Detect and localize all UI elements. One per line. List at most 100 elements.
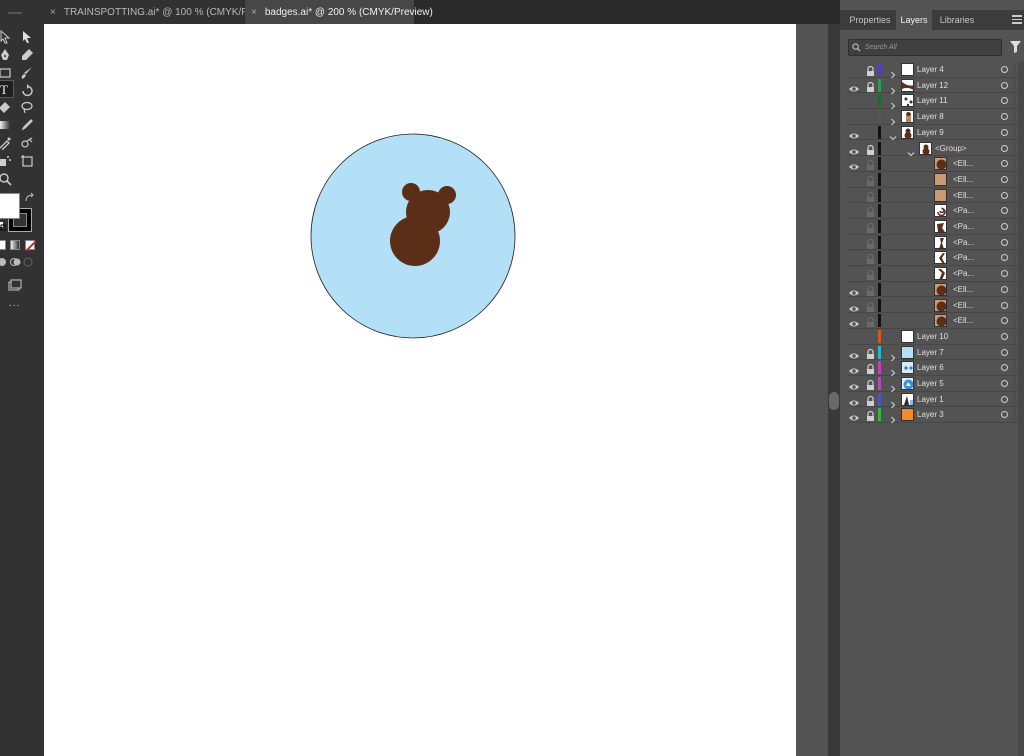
fill-swatch[interactable] <box>0 193 20 219</box>
filter-icon[interactable] <box>1010 41 1021 53</box>
eye-icon[interactable] <box>849 348 859 359</box>
target-circle-icon[interactable] <box>1001 301 1008 309</box>
target-circle-icon[interactable] <box>1001 270 1008 278</box>
lock-icon[interactable] <box>866 378 875 390</box>
chevron-right-icon[interactable] <box>889 113 897 126</box>
chevron-right-icon[interactable] <box>889 380 897 393</box>
draw-inside-icon[interactable] <box>22 256 34 268</box>
layer-row[interactable]: Layer 10 <box>846 328 1024 345</box>
swap-fill-stroke-icon[interactable] <box>24 192 36 204</box>
target-circle-icon[interactable] <box>1001 223 1008 230</box>
lock-icon[interactable] <box>866 268 875 281</box>
direct-selection-tool-icon[interactable] <box>18 28 36 46</box>
layer-row[interactable]: Layer 11 <box>846 93 1024 110</box>
eyedropper-tool-icon[interactable] <box>18 116 36 134</box>
target-circle-icon[interactable] <box>1001 317 1008 325</box>
chevron-right-icon[interactable] <box>889 349 897 361</box>
eye-icon[interactable] <box>849 144 859 154</box>
target-circle-icon[interactable] <box>1001 364 1008 372</box>
chevron-right-icon[interactable] <box>889 411 897 424</box>
canvas-scrollbar[interactable] <box>828 24 840 756</box>
default-colors-icon[interactable] <box>0 222 6 231</box>
tab-badges[interactable]: × badges.ai* @ 200 % (CMYK/Preview) <box>245 0 433 24</box>
layer-name[interactable]: Layer 6 <box>917 361 944 374</box>
eye-icon[interactable] <box>849 301 859 311</box>
layer-row[interactable]: Layer 8 <box>846 109 1024 126</box>
eye-icon[interactable] <box>849 410 859 421</box>
lock-icon[interactable] <box>866 409 875 422</box>
target-circle-icon[interactable] <box>1001 97 1008 105</box>
artboard[interactable] <box>44 24 796 756</box>
layer-name[interactable]: Layer 7 <box>917 346 944 359</box>
target-circle-icon[interactable] <box>1001 66 1008 73</box>
visibility-toggle[interactable] <box>849 269 859 279</box>
target-circle-icon[interactable] <box>1001 160 1008 168</box>
layer-name[interactable]: <Pa... <box>953 267 974 280</box>
tab-libraries[interactable]: Libraries <box>936 10 978 30</box>
target-circle-icon[interactable] <box>1001 113 1008 121</box>
layer-row[interactable]: <Group> <box>846 140 1024 157</box>
lock-icon[interactable] <box>866 205 875 218</box>
draw-normal-icon[interactable] <box>0 256 8 268</box>
chevron-right-icon[interactable] <box>889 97 897 110</box>
target-circle-icon[interactable] <box>1001 348 1008 356</box>
paintbrush-tool-icon[interactable] <box>18 64 36 82</box>
layer-row[interactable]: Layer 3 <box>846 407 1024 424</box>
layer-row[interactable]: Layer 6 <box>846 360 1024 377</box>
layer-name[interactable]: Layer 1 <box>917 393 944 406</box>
layer-name[interactable]: Layer 11 <box>917 94 948 107</box>
curvature-tool-icon[interactable] <box>18 46 36 64</box>
layer-name[interactable]: <Pa... <box>953 220 974 233</box>
layer-row[interactable]: Layer 1 <box>846 391 1024 409</box>
lock-icon[interactable] <box>866 174 875 186</box>
layer-name[interactable]: Layer 5 <box>917 377 944 390</box>
lock-icon[interactable] <box>866 64 875 76</box>
canvas[interactable] <box>44 24 828 756</box>
chevron-right-icon[interactable] <box>889 82 897 95</box>
gradient-tool-icon[interactable] <box>0 116 14 134</box>
target-circle-icon[interactable] <box>1001 380 1008 387</box>
layer-name[interactable]: <Pa... <box>953 251 974 264</box>
lock-icon[interactable] <box>866 300 875 312</box>
target-circle-icon[interactable] <box>1001 191 1008 199</box>
paint-bucket-tool-icon[interactable] <box>0 134 14 152</box>
lasso-tool-icon[interactable] <box>18 98 36 116</box>
layer-name[interactable]: Layer 8 <box>917 110 944 123</box>
zoom-tool-icon[interactable] <box>0 170 14 188</box>
lock-icon[interactable] <box>866 190 875 202</box>
selection-tool-icon[interactable] <box>0 28 14 46</box>
layer-row[interactable]: <Ell... <box>846 281 1024 298</box>
lock-icon[interactable] <box>866 362 875 375</box>
type-tool-icon[interactable]: T <box>0 80 14 98</box>
eye-icon[interactable] <box>849 363 859 374</box>
layer-row[interactable]: <Ell... <box>846 297 1024 314</box>
pen-tool-icon[interactable] <box>0 46 14 64</box>
layer-row[interactable]: Layer 4 <box>846 62 1024 79</box>
lock-toggle[interactable] <box>866 127 875 138</box>
layer-row[interactable]: <Pa... <box>846 234 1024 251</box>
layer-row[interactable]: Layer 7 <box>846 344 1024 361</box>
target-circle-icon[interactable] <box>1001 411 1008 419</box>
close-icon[interactable]: × <box>50 7 56 18</box>
layer-name[interactable]: <Ell... <box>953 283 973 296</box>
layer-name[interactable]: <Ell... <box>953 173 973 186</box>
layer-name[interactable]: Layer 10 <box>917 330 948 343</box>
visibility-toggle[interactable] <box>849 238 859 248</box>
tab-layers[interactable]: Layers <box>896 10 932 30</box>
target-circle-icon[interactable] <box>1001 81 1008 89</box>
layer-name[interactable]: <Ell... <box>953 189 973 202</box>
color-mode-icon[interactable] <box>0 240 6 250</box>
chevron-right-icon[interactable] <box>889 396 897 409</box>
layer-row[interactable]: <Pa... <box>846 203 1024 219</box>
scrollbar-thumb[interactable] <box>829 392 839 410</box>
chevron-down-icon[interactable] <box>889 129 897 141</box>
layer-name[interactable]: <Ell... <box>953 157 973 170</box>
lock-icon[interactable] <box>866 158 875 171</box>
visibility-toggle[interactable] <box>849 332 859 342</box>
lock-toggle[interactable] <box>866 331 875 342</box>
visibility-toggle[interactable] <box>849 96 859 106</box>
none-mode-icon[interactable] <box>25 240 36 251</box>
eye-icon[interactable] <box>849 81 859 92</box>
lock-icon[interactable] <box>866 394 875 406</box>
visibility-toggle[interactable] <box>849 112 859 122</box>
